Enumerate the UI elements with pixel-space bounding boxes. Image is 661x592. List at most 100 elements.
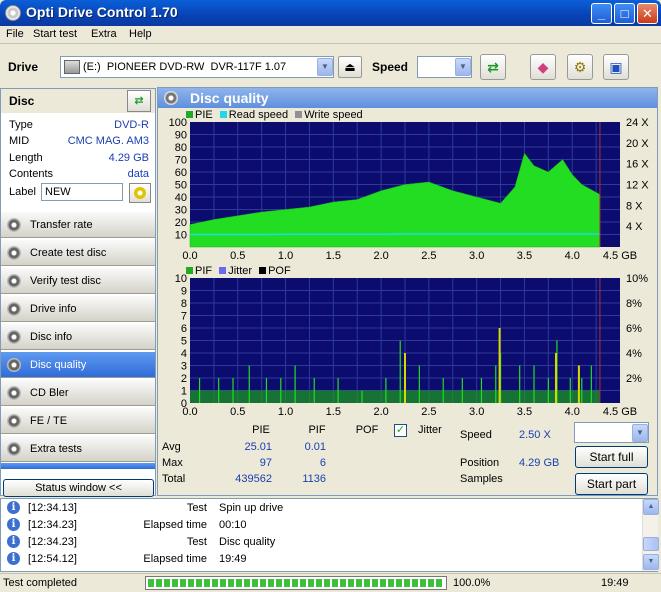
drive-icon	[64, 60, 80, 74]
nav-extra-tests[interactable]: Extra tests	[1, 435, 155, 462]
y2-tick-label: 4%	[626, 348, 642, 360]
disc-label-button[interactable]	[129, 183, 151, 203]
nav-disc-info[interactable]: Disc info	[1, 323, 155, 350]
y-tick-label: 3	[181, 361, 187, 373]
stats-header-pie: PIE	[252, 424, 270, 436]
start-full-button[interactable]: Start full	[575, 446, 648, 468]
x-tick-label: 1.0	[278, 250, 293, 262]
y2-tick-label: 2%	[626, 373, 642, 385]
window-title: Opti Drive Control 1.70	[26, 4, 178, 20]
chevron-down-icon[interactable]: ▼	[455, 58, 471, 76]
progress-bar	[145, 576, 447, 590]
speed-select[interactable]: ▼	[417, 56, 472, 78]
chevron-up-icon[interactable]: ▲	[643, 499, 659, 515]
status-window-button[interactable]: Status window <<	[3, 479, 154, 497]
chevron-down-icon[interactable]: ▼	[643, 554, 659, 570]
pif-baseline-bars	[190, 390, 600, 403]
y-tick-label: 4	[181, 348, 187, 360]
menu-start-test[interactable]: Start test	[33, 28, 77, 40]
progress-text: 100.0%	[453, 577, 491, 589]
info-icon: i	[7, 518, 20, 531]
chevron-down-icon[interactable]: ▼	[317, 58, 333, 76]
y-tick-label: 40	[175, 192, 187, 204]
x-tick-label: 0.5	[230, 250, 245, 262]
maximize-button[interactable]: □	[614, 3, 635, 24]
erase-button[interactable]: ◆	[530, 54, 556, 80]
app-disc-icon	[5, 5, 21, 21]
disc-icon	[7, 386, 21, 400]
refresh-icon: ⇄	[134, 95, 144, 107]
y2-tick-label: 8%	[626, 298, 642, 310]
disc-refresh-button[interactable]: ⇄	[127, 90, 151, 112]
disc-icon	[7, 246, 21, 260]
log-label: Test	[186, 502, 207, 514]
log-value: Disc quality	[219, 536, 276, 548]
nav-verify-test-disc[interactable]: Verify test disc	[1, 267, 155, 294]
disc-type-key: Type	[9, 119, 33, 131]
drive-select-value: (E:) PIONEER DVD-RW DVR-117F 1.07	[83, 61, 287, 73]
start-part-button[interactable]: Start part	[575, 473, 648, 495]
jitter-label: Jitter	[418, 424, 442, 436]
left-panel: Disc ⇄ Type DVD-R MID CMC MAG. AM3 Lengt…	[0, 88, 156, 496]
nav-drive-info[interactable]: Drive info	[1, 295, 155, 322]
nav-create-test-disc[interactable]: Create test disc	[1, 239, 155, 266]
speed-label: Speed	[372, 60, 409, 74]
scrollbar-thumb[interactable]	[643, 537, 659, 551]
stats-header-pof: POF	[355, 424, 379, 436]
info-icon: i	[7, 552, 20, 565]
refresh-button[interactable]: ⇄	[480, 54, 506, 80]
nav-transfer-rate[interactable]: Transfer rate	[1, 211, 155, 238]
x-tick-label: 2.0	[373, 406, 388, 417]
disc-mid-value: CMC MAG. AM3	[67, 135, 149, 147]
disc-icon	[164, 91, 178, 105]
disc-label-input[interactable]: NEW	[41, 183, 123, 201]
disc-quality-header: Disc quality	[158, 88, 657, 108]
gear-icon: ⚙	[573, 59, 587, 75]
eject-icon: ⏏	[344, 60, 356, 74]
disc-length-key: Length	[9, 152, 43, 164]
y-tick-label: 30	[175, 205, 187, 217]
info-icon: i	[7, 535, 20, 548]
x-tick-label: 1.0	[278, 406, 293, 417]
settings-button[interactable]: ⚙	[567, 54, 593, 80]
stats-avg-label: Avg	[162, 441, 181, 453]
menu-help[interactable]: Help	[129, 28, 152, 40]
y-tick-label: 100	[169, 118, 187, 129]
x-tick-label: 3.5	[517, 250, 532, 262]
disc-type-value: DVD-R	[114, 119, 149, 131]
disc-icon	[7, 442, 21, 456]
nav-footer-bar	[1, 463, 155, 469]
stats-header-pif: PIF	[308, 424, 326, 436]
position-label: Position	[460, 457, 500, 469]
minimize-button[interactable]: _	[591, 3, 612, 24]
chevron-down-icon[interactable]: ▼	[632, 424, 648, 442]
log-time: [12:54.12]	[28, 553, 77, 565]
x-tick-label: 1.5	[326, 250, 341, 262]
nav-disc-quality[interactable]: Disc quality	[1, 351, 155, 378]
test-speed-select[interactable]: ▼	[574, 422, 649, 443]
disc-label-key: Label	[9, 186, 36, 198]
close-button[interactable]: ✕	[637, 3, 658, 24]
log-scrollbar[interactable]: ▲ ▼	[642, 499, 659, 571]
y-tick-label: 70	[175, 155, 187, 167]
nav-fe-te[interactable]: FE / TE	[1, 407, 155, 434]
pie-swatch	[186, 111, 193, 118]
y2-tick-label: 16 X	[626, 159, 649, 171]
menu-file[interactable]: File	[6, 28, 24, 40]
samples-label: Samples	[460, 473, 503, 485]
log-time: [12:34.13]	[28, 502, 77, 514]
nav-cd-bler[interactable]: CD Bler	[1, 379, 155, 406]
disc-contents-key: Contents	[9, 168, 54, 180]
stats-total-label: Total	[162, 473, 186, 485]
stats-max-pie: 97	[259, 457, 272, 469]
log-row: i [12:34.23] Test Disc quality	[1, 534, 641, 551]
menu-extra[interactable]: Extra	[91, 28, 117, 40]
x-tick-label: 2.0	[373, 250, 388, 262]
status-bar: Test completed 100.0% 19:49	[0, 573, 661, 592]
jitter-checkbox[interactable]: ✓	[394, 424, 407, 437]
y-tick-label: 5	[181, 336, 187, 348]
drive-select[interactable]: (E:) PIONEER DVD-RW DVR-117F 1.07 ▼	[60, 56, 334, 78]
disc-length-value: 4.29 GB	[108, 152, 149, 164]
eject-button[interactable]: ⏏	[338, 56, 362, 78]
save-button[interactable]: ▣	[603, 54, 629, 80]
